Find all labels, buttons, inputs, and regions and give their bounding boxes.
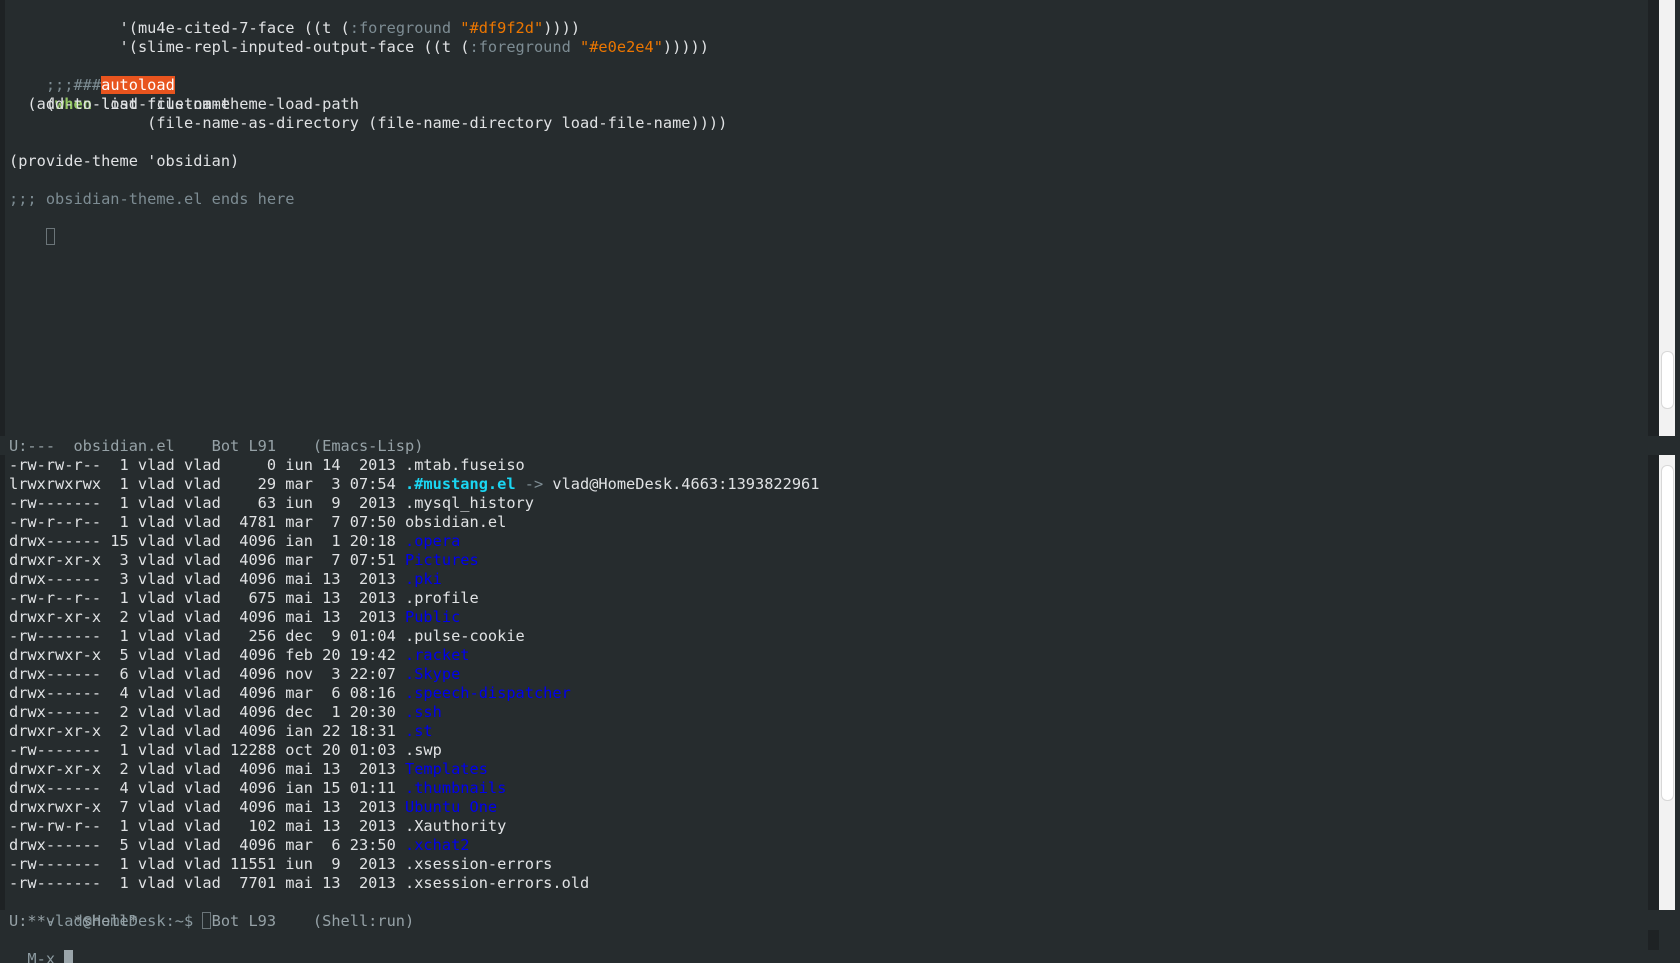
file-entry: drwxr-xr-x 2 vlad vlad 4096 mai 13 2013 … [9,760,488,779]
file-entry: -rw------- 1 vlad vlad 7701 mai 13 2013 … [9,874,589,893]
file-entry: lrwxrwxrwx 1 vlad vlad 29 mar 3 07:54 .#… [9,475,819,494]
minibuffer-prompt: M-x [27,950,65,963]
directory-name: Ubuntu One [405,798,498,816]
file-entry: drwxrwxr-x 5 vlad vlad 4096 feb 20 19:42… [9,646,469,665]
directory-name: Pictures [405,551,479,569]
file-entry: drwxr-xr-x 2 vlad vlad 4096 mai 13 2013 … [9,608,460,627]
directory-name: .st [405,722,433,740]
file-meta: -rw-r--r-- 1 vlad vlad 675 mai 13 2013 [9,589,406,607]
file-entry: drwxr-xr-x 3 vlad vlad 4096 mar 7 07:51 … [9,551,479,570]
file-name: .mtab.fuseiso [405,456,525,474]
file-entry: drwx------ 4 vlad vlad 4096 mar 6 08:16 … [9,684,571,703]
file-meta: drwxr-xr-x 2 vlad vlad 4096 mai 13 2013 [9,760,406,778]
symlink-target: vlad@HomeDesk.4663:1393822961 [552,475,820,493]
directory-name: Templates [405,760,488,778]
directory-name: Public [405,608,461,626]
file-meta: drwx------ 5 vlad vlad 4096 mar 6 23:50 [9,836,406,854]
file-entry: -rw------- 1 vlad vlad 12288 oct 20 01:0… [9,741,442,760]
file-meta: drwx------ 15 vlad vlad 4096 ian 1 20:18 [9,532,406,550]
directory-name: .speech-dispatcher [405,684,571,702]
file-entry: drwx------ 4 vlad vlad 4096 ian 15 01:11… [9,779,506,798]
code-text: ))))) [662,38,709,56]
minibuffer[interactable]: M-x [9,931,74,963]
editor-cursor-line [9,209,55,245]
file-entry: drwx------ 5 vlad vlad 4096 mar 6 23:50 … [9,836,469,855]
file-meta: -rw------- 1 vlad vlad 256 dec 9 01:04 [9,627,406,645]
file-meta: drwx------ 6 vlad vlad 4096 nov 3 22:07 [9,665,406,683]
directory-name: .pki [405,570,442,588]
file-meta: -rw-rw-r-- 1 vlad vlad 0 iun 14 2013 [9,456,406,474]
file-entry: drwxr-xr-x 2 vlad vlad 4096 ian 22 18:31… [9,722,433,741]
ends-here-comment: ;;; obsidian-theme.el ends here [9,190,295,208]
minibuffer-cursor [64,950,74,963]
file-name: .xsession-errors [405,855,553,873]
shell-pane-right-fringe [1648,455,1659,910]
file-name: .swp [405,741,442,759]
symlink-name: .#mustang.el [405,475,516,493]
file-name: .Xauthority [405,817,507,835]
top-pane-right-fringe [1648,0,1659,436]
file-entry: -rw-rw-r-- 1 vlad vlad 0 iun 14 2013 .mt… [9,456,525,475]
symlink-arrow: -> [515,475,553,493]
directory-name: .opera [405,532,461,550]
file-meta: -rw------- 1 vlad vlad 11551 iun 9 2013 [9,855,406,873]
shell-pane-scrollbar-thumb[interactable] [1662,466,1673,800]
top-pane-left-fringe [0,0,5,436]
file-meta: -rw------- 1 vlad vlad 63 iun 9 2013 [9,494,406,512]
text-cursor [45,228,55,245]
top-pane-scrollbar-thumb[interactable] [1662,352,1673,408]
file-entry: -rw-r--r-- 1 vlad vlad 4781 mar 7 07:50 … [9,513,506,532]
code-line: (add-to-list 'custom-theme-load-path [9,95,359,113]
autoload-line: ;;;###autoload [9,57,175,94]
file-name: .profile [405,589,479,607]
file-name: .pulse-cookie [405,627,525,645]
file-name: obsidian.el [405,513,507,531]
file-entry: -rw-rw-r-- 1 vlad vlad 102 mai 13 2013 .… [9,817,506,836]
file-meta: -rw------- 1 vlad vlad 7701 mai 13 2013 [9,874,406,892]
code-line: '(mu4e-cited-7-face ((t (:foreground "#d… [9,0,581,37]
file-entry: -rw------- 1 vlad vlad 11551 iun 9 2013 … [9,855,552,874]
directory-name: .xchat2 [405,836,470,854]
keyword-token: :foreground [469,38,571,56]
file-entry: -rw-r--r-- 1 vlad vlad 675 mai 13 2013 .… [9,589,479,608]
directory-name: .racket [405,646,470,664]
code-line: (provide-theme 'obsidian) [9,152,240,170]
code-line: (file-name-as-directory (file-name-direc… [9,114,728,132]
code-line: '(slime-repl-inputed-output-face ((t (:f… [9,19,709,56]
file-meta: -rw-rw-r-- 1 vlad vlad 102 mai 13 2013 [9,817,406,835]
file-entry: drwxrwxr-x 7 vlad vlad 4096 mai 13 2013 … [9,798,497,817]
file-meta: drwx------ 4 vlad vlad 4096 ian 15 01:11 [9,779,406,797]
file-entry: drwx------ 2 vlad vlad 4096 dec 1 20:30 … [9,703,442,722]
file-entry: drwx------ 3 vlad vlad 4096 mai 13 2013 … [9,570,442,589]
shell-prompt-line[interactable]: vlad@HomeDesk:~$ [9,893,212,930]
directory-name: .ssh [405,703,442,721]
file-meta: -rw------- 1 vlad vlad 12288 oct 20 01:0… [9,741,406,759]
file-entry: -rw------- 1 vlad vlad 256 dec 9 01:04 .… [9,627,525,646]
directory-name: .Skype [405,665,461,683]
string-token: "#e0e2e4" [580,38,663,56]
file-name: .xsession-errors.old [405,874,590,892]
directory-name: .thumbnails [405,779,507,797]
minibuffer-right-fringe [1648,930,1659,950]
mode-line-obsidian[interactable]: U:--- obsidian.el Bot L91 (Emacs-Lisp) [9,437,423,456]
file-meta: drwxr-xr-x 2 vlad vlad 4096 ian 22 18:31 [9,722,406,740]
when-line: (when load-file-name [9,76,230,113]
file-meta: -rw-r--r-- 1 vlad vlad 4781 mar 7 07:50 [9,513,406,531]
file-entry: -rw------- 1 vlad vlad 63 iun 9 2013 .my… [9,494,534,513]
file-meta: drwx------ 4 vlad vlad 4096 mar 6 08:16 [9,684,406,702]
shell-pane-left-fringe [0,455,5,910]
file-entry: drwx------ 15 vlad vlad 4096 ian 1 20:18… [9,532,460,551]
file-meta: drwxrwxr-x 7 vlad vlad 4096 mai 13 2013 [9,798,406,816]
file-meta: drwxr-xr-x 2 vlad vlad 4096 mai 13 2013 [9,608,406,626]
file-meta: drwxr-xr-x 3 vlad vlad 4096 mar 7 07:51 [9,551,406,569]
code-text: '(slime-repl-inputed-output-face ((t ( [45,38,470,56]
file-meta: drwxrwxr-x 5 vlad vlad 4096 feb 20 19:42 [9,646,406,664]
file-meta: lrwxrwxrwx 1 vlad vlad 29 mar 3 07:54 [9,475,406,493]
file-meta: drwx------ 3 vlad vlad 4096 mai 13 2013 [9,570,406,588]
file-name: .mysql_history [405,494,534,512]
file-entry: drwx------ 6 vlad vlad 4096 nov 3 22:07 … [9,665,460,684]
mode-line-shell[interactable]: U:**- *shell* Bot L93 (Shell:run) [9,912,414,931]
file-meta: drwx------ 2 vlad vlad 4096 dec 1 20:30 [9,703,406,721]
